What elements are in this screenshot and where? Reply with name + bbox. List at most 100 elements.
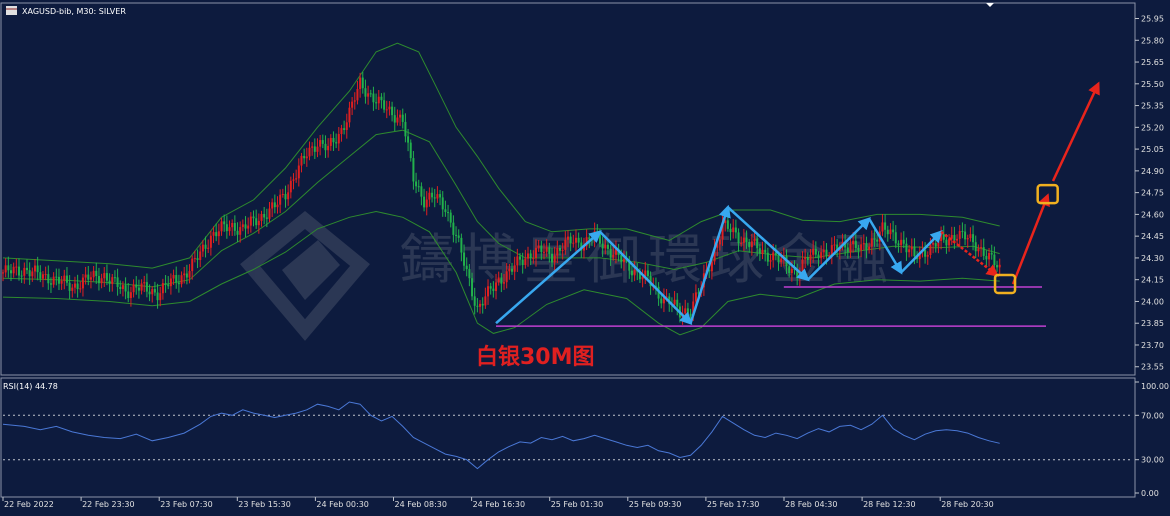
candle-body — [572, 242, 575, 244]
candle-body — [12, 266, 15, 274]
candle-body — [249, 216, 252, 226]
candle-body — [756, 238, 759, 249]
candle-body — [193, 258, 196, 260]
candle-body — [393, 115, 396, 123]
candle-body — [556, 247, 559, 256]
candle-body — [574, 237, 577, 243]
candle-body — [460, 237, 463, 253]
time-axis-label: 28 Feb 20:30 — [941, 500, 993, 509]
candle-body — [207, 247, 210, 249]
candle-body — [942, 234, 945, 240]
time-axis-label: 25 Feb 17:30 — [707, 500, 759, 509]
rsi-axis-label: 100.00 — [1141, 382, 1169, 391]
candle-body — [36, 265, 39, 273]
candle-body — [228, 227, 231, 232]
candle-body — [252, 216, 255, 219]
candle-body — [183, 273, 186, 276]
candle-body — [455, 234, 458, 236]
candle-body — [729, 228, 732, 233]
candle-body — [279, 194, 282, 205]
price-axis-label: 24.30 — [1141, 254, 1164, 263]
candle-body — [212, 232, 215, 236]
candle-body — [375, 102, 378, 104]
price-axis-label: 24.00 — [1141, 297, 1164, 306]
candle-body — [4, 265, 7, 273]
candle-body — [550, 253, 553, 263]
candle-body — [740, 242, 743, 244]
candle-body — [489, 286, 492, 289]
candle-body — [535, 247, 537, 258]
candle-body — [271, 202, 274, 209]
chart-canvas[interactable]: 鑄博皇御環球金融 25.9525.8025.6525.5025.3525.202… — [0, 0, 1170, 512]
candle-body — [622, 259, 625, 263]
price-axis-label: 24.45 — [1141, 232, 1164, 241]
candle-body — [726, 220, 729, 229]
candle-body — [457, 235, 460, 238]
candle-body — [313, 146, 316, 152]
candle-body — [76, 283, 79, 290]
candle-body — [263, 213, 266, 218]
price-axis-label: 24.75 — [1141, 189, 1164, 198]
rsi-axis-label: 0.00 — [1141, 489, 1159, 498]
candle-body — [495, 282, 498, 291]
candle-body — [103, 273, 106, 279]
candle-body — [388, 106, 391, 110]
candle-body — [633, 269, 636, 276]
candle-body — [865, 243, 868, 250]
rsi-indicator-label: RSI(14) 44.78 — [3, 382, 58, 391]
candle-body — [444, 209, 447, 213]
chart-window-icon[interactable] — [6, 6, 17, 15]
candle-body — [303, 155, 306, 159]
candle-body — [673, 299, 676, 305]
candle-body — [268, 208, 271, 219]
candle-body — [372, 93, 375, 103]
candle-body — [646, 270, 649, 277]
candle-body — [527, 253, 530, 259]
candle-body — [412, 158, 415, 182]
candle-body — [151, 289, 154, 295]
candle-body — [177, 282, 180, 285]
candle-body — [484, 296, 487, 306]
candle-body — [974, 242, 977, 252]
candle-body — [196, 258, 199, 261]
candle-body — [937, 240, 940, 247]
candle-body — [577, 237, 580, 243]
candle-body — [164, 283, 167, 285]
candle-body — [980, 247, 983, 249]
candle-body — [340, 128, 343, 135]
candle-body — [223, 221, 226, 225]
candle-body — [676, 299, 679, 307]
candle-body — [452, 222, 455, 235]
candle-body — [972, 234, 975, 243]
candle-body — [284, 194, 287, 200]
candle-body — [377, 96, 380, 104]
candle-body — [9, 270, 12, 274]
candle-body — [348, 107, 351, 123]
candle-body — [905, 243, 908, 253]
candle-body — [513, 265, 516, 272]
candle-body — [854, 240, 857, 249]
candle-body — [329, 137, 332, 146]
candle-body — [966, 238, 969, 240]
candle-body — [503, 282, 506, 284]
candle-body — [119, 286, 122, 289]
candle-body — [180, 275, 183, 285]
candle-body — [540, 245, 543, 252]
candle-body — [191, 258, 194, 272]
price-axis-label: 25.80 — [1141, 36, 1164, 45]
candle-body — [924, 249, 927, 257]
candle-body — [169, 278, 172, 287]
candle-body — [732, 227, 735, 233]
candle-body — [790, 268, 793, 274]
candle-body — [49, 283, 52, 285]
candle-body — [548, 247, 551, 254]
candle-body — [558, 247, 561, 251]
candle-body — [351, 101, 354, 108]
candle-body — [609, 248, 612, 258]
price-axis-label: 24.90 — [1141, 167, 1164, 176]
candle-body — [985, 255, 988, 260]
candle-body — [988, 253, 991, 260]
candle-body — [129, 292, 132, 298]
candle-body — [439, 194, 442, 198]
candle-body — [332, 137, 335, 143]
